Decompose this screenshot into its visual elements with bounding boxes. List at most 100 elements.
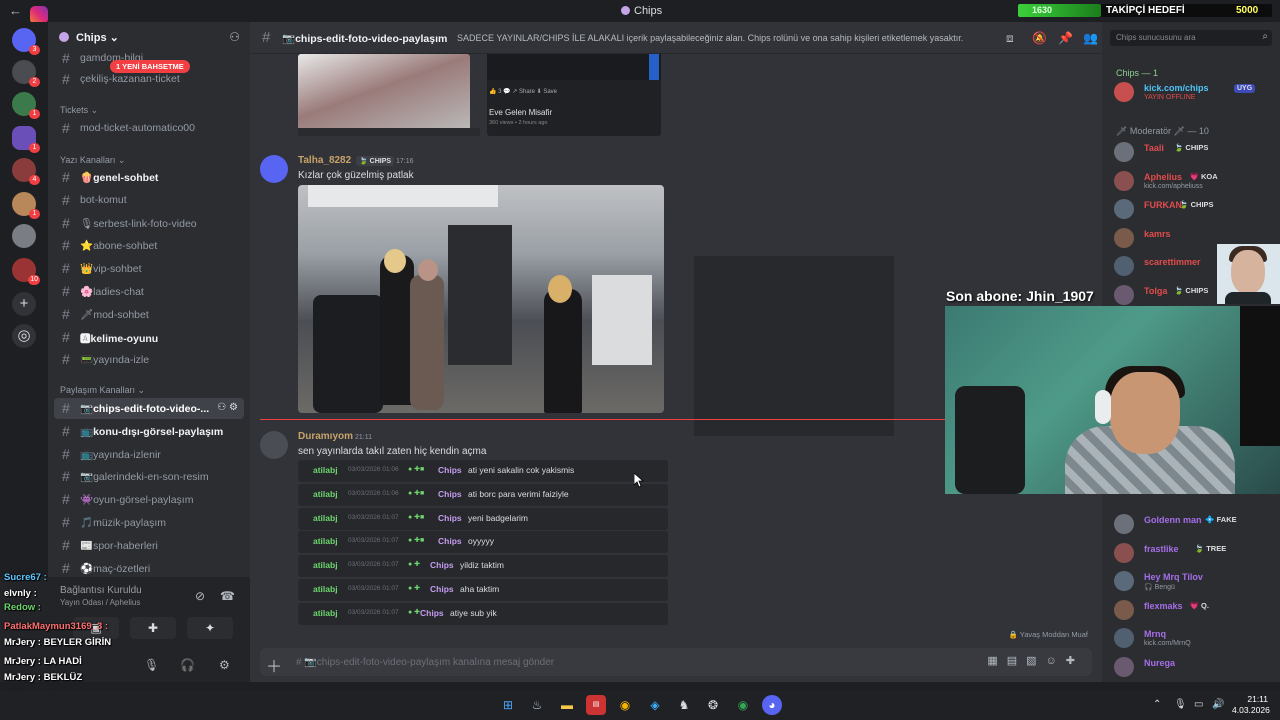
app-icon[interactable]: ❂ — [703, 695, 723, 715]
reply-channel[interactable]: Chips — [430, 560, 454, 570]
windows-start-icon[interactable]: ⊞ — [498, 695, 518, 715]
category-text[interactable]: Yazı Kanalları ⌄ — [60, 155, 125, 166]
channel-item[interactable]: # 👑vip-sohbet — [54, 258, 244, 279]
attachment-photo[interactable] — [298, 185, 664, 413]
channel-settings-icon[interactable]: ⚇ ⚙ — [217, 402, 238, 413]
forwarded-message[interactable]: atilabj 03/03/2026 01:07 ● ✚ Chips yildiz ta… — [298, 555, 668, 578]
reply-channel[interactable]: Chips — [438, 513, 462, 523]
forwarded-message[interactable]: atilabj 03/03/2026 01:07 ● ✚■ Chips yeni bad… — [298, 507, 668, 530]
video-title[interactable]: Eve Gelen Misafir — [489, 108, 552, 117]
new-mention-badge[interactable]: 1 YENİ BAHSETME — [110, 60, 190, 73]
back-arrow-icon[interactable]: ← — [9, 3, 22, 18]
channel-item[interactable]: # 📷chips-edit-foto-video-... ⚇ ⚙ — [54, 398, 244, 419]
forwarded-message[interactable]: atilabj 03/03/2026 01:06 ● ✚■ Chips ati yeni… — [298, 460, 668, 482]
reply-channel[interactable]: Chips — [438, 465, 462, 475]
file-explorer-icon[interactable]: ▬ — [557, 695, 577, 715]
chevron-up-icon[interactable]: ⌃ — [1153, 699, 1161, 710]
reply-author[interactable]: atilabj — [313, 560, 338, 570]
discover-icon[interactable]: ◎ — [12, 324, 36, 348]
message-author[interactable]: Talha_8282 — [298, 155, 351, 166]
channel-item[interactable]: # 🗡mod-sohbet — [54, 304, 244, 325]
member-item[interactable]: Hey Mrq Tilov 🎧 Bengü — [1114, 569, 1274, 593]
message-composer[interactable]: ＋ # 📷chips-edit-foto-video-paylaşım kana… — [260, 648, 1092, 676]
member-item[interactable]: Mrnq kick.com/MrnQ — [1114, 626, 1274, 650]
network-icon[interactable]: ▭ — [1194, 699, 1203, 710]
message-author[interactable]: Duramıyom — [298, 431, 353, 442]
server-icon[interactable]: 4 — [12, 158, 40, 185]
composer-tools[interactable]: ▦▤▧☺✚ — [987, 654, 1084, 667]
forwarded-message[interactable]: atilabj 03/03/2026 01:07 ● ✚ Chips atiye sub… — [298, 602, 668, 625]
message-input[interactable]: # 📷chips-edit-foto-video-paylaşım kanalı… — [296, 657, 554, 668]
avatar[interactable] — [260, 431, 288, 459]
reply-author[interactable]: atilabj — [313, 536, 338, 546]
member-list-icon[interactable]: 👥 — [1083, 31, 1098, 45]
reply-channel[interactable]: Chips — [438, 536, 462, 546]
member-item[interactable]: Aphelius 💗 KOA kick.com/apheliuss — [1114, 169, 1274, 193]
member-streamer[interactable]: kick.com/chips UYG YAYIN OFFLINE — [1114, 80, 1274, 104]
channel-item[interactable]: # 📟yayında-izle — [54, 349, 244, 370]
video-actions[interactable]: 👍 3 💬 ↗ Share ⬇ Save — [489, 88, 557, 95]
channel-item[interactable]: # 🎵müzik-paylaşım — [54, 512, 244, 533]
app-icon[interactable]: ♞ — [674, 695, 694, 715]
add-server-icon[interactable]: + — [12, 292, 36, 316]
search-icon[interactable]: ⌕ — [1262, 31, 1268, 42]
member-item[interactable]: Taali 🍃 CHIPS — [1114, 140, 1274, 164]
add-member-icon[interactable]: ⚇ — [229, 30, 240, 44]
channel-item[interactable]: # 🍿genel-sohbet — [54, 167, 244, 188]
reply-author[interactable]: atilabj — [313, 465, 338, 475]
server-icon[interactable]: 10 — [12, 258, 40, 285]
reply-author[interactable]: atilabj — [313, 489, 338, 499]
server-icon[interactable]: 2 — [12, 60, 40, 87]
reply-author[interactable]: atilabj — [313, 608, 338, 618]
chrome-icon[interactable]: ◉ — [615, 695, 635, 715]
system-clock[interactable]: 21:11 4.03.2026 — [1232, 694, 1270, 716]
chrome-icon[interactable]: ◉ — [733, 695, 753, 715]
video-thumbnail[interactable] — [487, 54, 661, 80]
reply-channel[interactable]: Chips — [438, 489, 462, 499]
video-embed[interactable]: 👍 3 💬 ↗ Share ⬇ Save Eve Gelen Misafir 3… — [487, 54, 661, 136]
attachment-image[interactable] — [298, 54, 470, 134]
channel-item[interactable]: # 📰spor-haberleri — [54, 535, 244, 556]
member-item[interactable]: Nurega — [1114, 655, 1274, 679]
channel-item[interactable]: # 🎙serbest-link-foto-video — [54, 213, 244, 234]
channel-mod-ticket[interactable]: # mod-ticket-automatico00 — [54, 118, 244, 139]
app-icon[interactable]: ◈ — [645, 695, 665, 715]
reply-author[interactable]: atilabj — [313, 513, 338, 523]
forwarded-message[interactable]: atilabj 03/03/2026 01:07 ● ✚■ Chips oyyyyy — [298, 531, 668, 554]
search-input[interactable]: Chips sunucusunu ara ⌕ — [1110, 30, 1272, 46]
channel-item[interactable]: # 🅰kelime-oyunu — [54, 327, 244, 348]
category-share[interactable]: Paylaşım Kanalları ⌄ — [60, 385, 145, 396]
member-item[interactable]: Goldenn man 💠 FAKE — [1114, 512, 1274, 536]
server-icon[interactable] — [12, 224, 36, 248]
category-tickets[interactable]: Tickets ⌄ — [60, 105, 98, 116]
avatar[interactable] — [260, 155, 288, 183]
pin-icon[interactable]: 📌 — [1058, 31, 1073, 45]
channel-topic[interactable]: SADECE YAYINLAR/CHIPS İLE ALAKALI içerik… — [457, 33, 963, 43]
member-item[interactable]: flexmaks 💗 Q. — [1114, 598, 1274, 622]
reply-channel[interactable]: Chips — [420, 608, 444, 618]
server-icon[interactable]: 1 — [12, 192, 40, 219]
reply-author[interactable]: atilabj — [313, 584, 338, 594]
channel-item[interactable]: # 🌸ladies-chat — [54, 281, 244, 302]
channel-item[interactable]: # 📷galerindeki-en-son-resim — [54, 466, 244, 487]
member-item[interactable]: frastlike 🍃 TREE — [1114, 541, 1274, 565]
reply-channel[interactable]: Chips — [430, 584, 454, 594]
speaker-icon[interactable]: 🔊 — [1212, 699, 1224, 710]
steam-icon[interactable]: ♨ — [527, 695, 547, 715]
discord-icon[interactable]: ◕ — [762, 695, 782, 715]
channel-item[interactable]: # bot-komut — [54, 190, 244, 211]
channel-item[interactable]: # 👾oyun-görsel-paylaşım — [54, 489, 244, 510]
discord-home-icon[interactable]: 3 — [12, 28, 40, 55]
app-icon[interactable]: ▤ — [586, 695, 606, 715]
add-attachment-icon[interactable]: ＋ — [266, 653, 282, 677]
member-item[interactable]: FURKAN 🍃 CHIPS — [1114, 197, 1274, 221]
microphone-icon[interactable]: 🎙 — [1174, 699, 1187, 710]
notification-bell-icon[interactable]: 🔕 — [1032, 31, 1047, 45]
forwarded-message[interactable]: atilabj 03/03/2026 01:06 ● ✚■ Chips ati borc… — [298, 483, 668, 506]
forwarded-message[interactable]: atilabj 03/03/2026 01:07 ● ✚ Chips aha takti… — [298, 579, 668, 601]
channel-item[interactable]: # 📺konu-dışı-görsel-paylaşım — [54, 421, 244, 442]
channel-item[interactable]: # ⭐abone-sohbet — [54, 235, 244, 256]
chips-server-icon[interactable]: 1 — [12, 126, 40, 153]
server-icon[interactable]: 1 — [12, 92, 40, 119]
channel-item[interactable]: # 📺yayında-izlenir — [54, 444, 244, 465]
